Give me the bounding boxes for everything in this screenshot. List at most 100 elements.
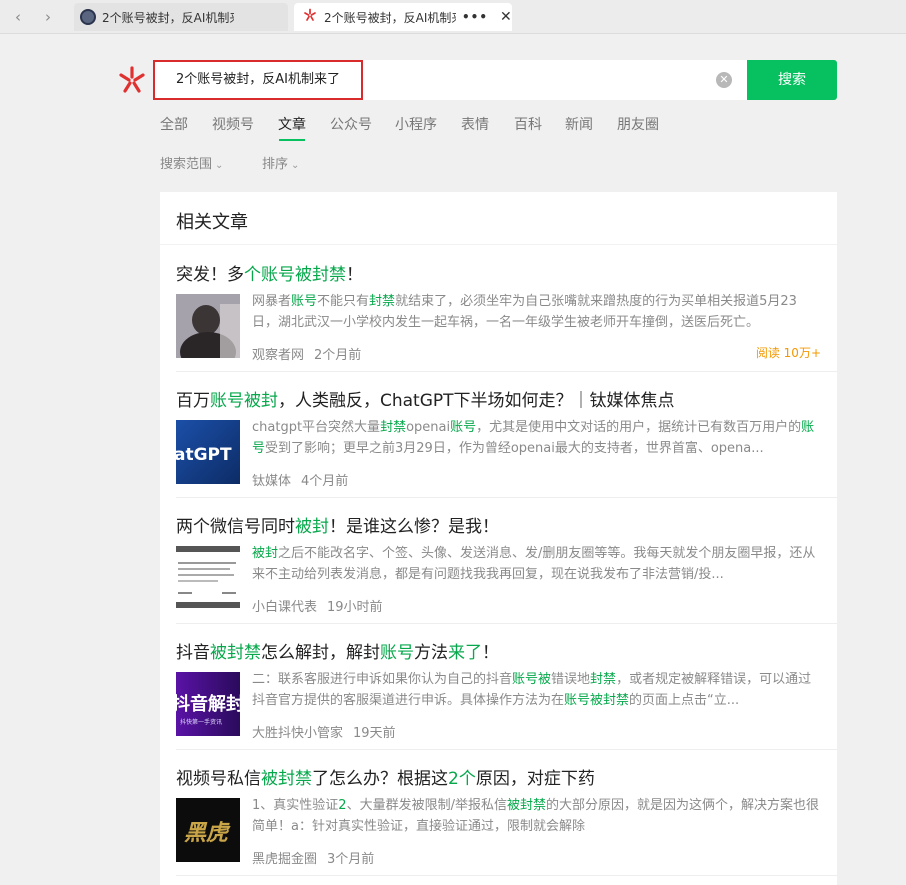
text-segment: openai xyxy=(406,420,451,435)
result-title[interactable]: 百万账号被封，人类融反，ChatGPT下半场如何走？｜钛媒体焦点 xyxy=(176,386,675,411)
keyword-highlight: 个账号被封禁 xyxy=(244,265,346,285)
tab-news[interactable]: 新闻 xyxy=(565,115,593,135)
result-time: 19小时前 xyxy=(327,600,383,615)
wechat-search-icon xyxy=(302,8,318,26)
result-title[interactable]: 突发！多个账号被封禁！ xyxy=(176,260,363,285)
filter-sort-label: 排序 xyxy=(262,157,289,172)
text-segment: 突发！多 xyxy=(176,265,244,285)
text-segment: 1、真实性验证 xyxy=(252,798,339,813)
result-source[interactable]: 大胜抖快小管家 xyxy=(252,726,343,741)
keyword-highlight: 账号 xyxy=(291,294,318,309)
divider xyxy=(176,497,837,498)
browser-tab-1[interactable]: 2个账号被封，反AI机制来了 xyxy=(74,3,288,31)
result-source[interactable]: 观察者网 xyxy=(252,348,304,363)
result-title[interactable]: 两个微信号同时被封！是谁这么惨？是我！ xyxy=(176,512,499,537)
keyword-highlight: 账号被 xyxy=(512,672,552,687)
forward-icon[interactable]: › xyxy=(38,7,58,27)
result-title[interactable]: 视频号私信被封禁了怎么办？根据这2个原因，对症下药 xyxy=(176,764,595,789)
text-segment: 受到了影响；更早之前3月29日，作为曾经openai最大的支持者，世界首富、op… xyxy=(265,441,764,456)
tab-official-accounts[interactable]: 公众号 xyxy=(330,115,372,135)
text-segment: ，尤其是使用中文对话的用户，据统计已有数百万用户的 xyxy=(476,420,802,435)
text-segment: 了怎么办？根据这 xyxy=(312,769,448,789)
result-thumbnail xyxy=(176,546,240,610)
result-meta: 观察者网 2个月前 xyxy=(252,344,361,363)
text-segment: 二：联系客服进行申诉如果你认为自己的抖音 xyxy=(252,672,513,687)
keyword-highlight: 被封禁 xyxy=(210,643,261,663)
text-segment: ！是谁这么惨？是我！ xyxy=(329,517,499,537)
thumbnail-subtext: 抖快第一手资讯 xyxy=(180,718,222,726)
text-segment: 之后不能改名字、个签、头像、发送消息、发/删朋友圈等等。我每天就发个朋友圈早报，… xyxy=(252,546,816,582)
browser-tab-2[interactable]: 2个账号被封，反AI机制来了 ••• ✕ xyxy=(294,3,512,31)
result-meta: 大胜抖快小管家 19天前 xyxy=(252,722,396,741)
clear-icon[interactable]: ✕ xyxy=(716,72,732,88)
result-source[interactable]: 黑虎掘金圈 xyxy=(252,852,317,867)
result-thumbnail: atGPT xyxy=(176,420,240,484)
result-reads: 阅读 10万+ xyxy=(755,346,821,360)
divider xyxy=(176,875,837,876)
tab-all[interactable]: 全部 xyxy=(160,115,188,135)
thumbnail-text: 黑虎 xyxy=(184,820,231,846)
result-meta: 小白课代表 19小时前 xyxy=(252,596,383,615)
text-segment: 方法 xyxy=(414,643,448,663)
more-icon[interactable]: ••• xyxy=(462,10,488,24)
tab-title: 2个账号被封，反AI机制来了 xyxy=(324,10,456,25)
keyword-highlight: 被封禁 xyxy=(506,798,546,813)
text-segment: chatgpt平台突然大量 xyxy=(252,420,381,435)
text-segment: ！ xyxy=(346,265,363,285)
divider xyxy=(160,244,837,245)
thumbnail-text: atGPT xyxy=(176,445,232,465)
result-meta: 黑虎掘金圈 3个月前 xyxy=(252,848,374,867)
results-heading: 相关文章 xyxy=(176,212,248,233)
keyword-highlight: 账号 xyxy=(450,420,477,435)
keyword-highlight: 2个 xyxy=(448,769,476,789)
result-title[interactable]: 抖音被封禁怎么解封，解封账号方法来了！ xyxy=(176,638,499,663)
text-segment: ！ xyxy=(482,643,499,663)
tab-articles[interactable]: 文章 xyxy=(278,115,306,135)
result-meta: 钛媒体 4个月前 xyxy=(252,470,348,489)
filter-sort-dropdown[interactable]: 排序 ⌄ xyxy=(262,156,299,174)
result-source[interactable]: 小白课代表 xyxy=(252,600,317,615)
tab-mini-programs[interactable]: 小程序 xyxy=(395,115,437,135)
wechat-search-logo-icon xyxy=(118,66,146,94)
active-tab-indicator xyxy=(279,139,305,141)
search-button[interactable]: 搜索 xyxy=(747,60,837,100)
result-thumbnail xyxy=(176,294,240,358)
keyword-highlight: 账号被封 xyxy=(210,391,278,411)
result-snippet: 被封之后不能改名字、个签、头像、发送消息、发/删朋友圈等等。我每天就发个朋友圈早… xyxy=(252,543,822,585)
tab-channels[interactable]: 视频号 xyxy=(212,115,254,135)
tab-encyclopedia[interactable]: 百科 xyxy=(514,115,542,135)
result-time: 3个月前 xyxy=(327,852,375,867)
chevron-down-icon: ⌄ xyxy=(291,160,300,171)
text-segment: 原因，对症下药 xyxy=(475,769,595,789)
text-segment: 两个微信号同时 xyxy=(176,517,295,537)
keyword-highlight: 账号被封禁 xyxy=(564,693,630,708)
text-segment: 、大量群发被限制/举报私信 xyxy=(346,798,507,813)
thumbnail-text: 抖音解封 xyxy=(176,693,240,715)
tab-stickers[interactable]: 表情 xyxy=(461,115,489,135)
keyword-highlight: 封禁 xyxy=(369,294,396,309)
result-snippet: 二：联系客服进行申诉如果你认为自己的抖音账号被错误地封禁，或者规定被解释错误，可… xyxy=(252,669,822,711)
filter-scope-label: 搜索范围 xyxy=(160,157,213,172)
browser-tab-bar: ‹ › 2个账号被封，反AI机制来了 2个账号被封，反AI机制来了 ••• ✕ xyxy=(0,0,906,34)
result-time: 4个月前 xyxy=(301,474,349,489)
close-icon[interactable]: ✕ xyxy=(500,9,512,25)
keyword-highlight: 被封禁 xyxy=(261,769,312,789)
text-segment: 抖音 xyxy=(176,643,210,663)
text-segment: 错误地 xyxy=(551,672,591,687)
keyword-highlight: 封禁 xyxy=(380,420,407,435)
divider xyxy=(176,623,837,624)
back-icon[interactable]: ‹ xyxy=(8,7,28,27)
text-segment: ，人类融反，ChatGPT下半场如何走？｜钛媒体焦点 xyxy=(278,391,675,411)
chevron-down-icon: ⌄ xyxy=(215,160,224,171)
text-segment: 百万 xyxy=(176,391,210,411)
result-source[interactable]: 钛媒体 xyxy=(252,474,291,489)
tab-title: 2个账号被封，反AI机制来了 xyxy=(102,10,234,25)
keyword-highlight: 被封 xyxy=(252,546,279,561)
text-segment: 不能只有 xyxy=(317,294,370,309)
keyword-highlight: 封禁 xyxy=(590,672,617,687)
tab-moments[interactable]: 朋友圈 xyxy=(617,115,659,135)
text-segment: 网暴者 xyxy=(252,294,292,309)
filter-scope-dropdown[interactable]: 搜索范围 ⌄ xyxy=(160,156,223,174)
tab-avatar-icon xyxy=(80,9,96,25)
search-query-text: 2个账号被封，反AI机制来了 xyxy=(176,72,340,87)
